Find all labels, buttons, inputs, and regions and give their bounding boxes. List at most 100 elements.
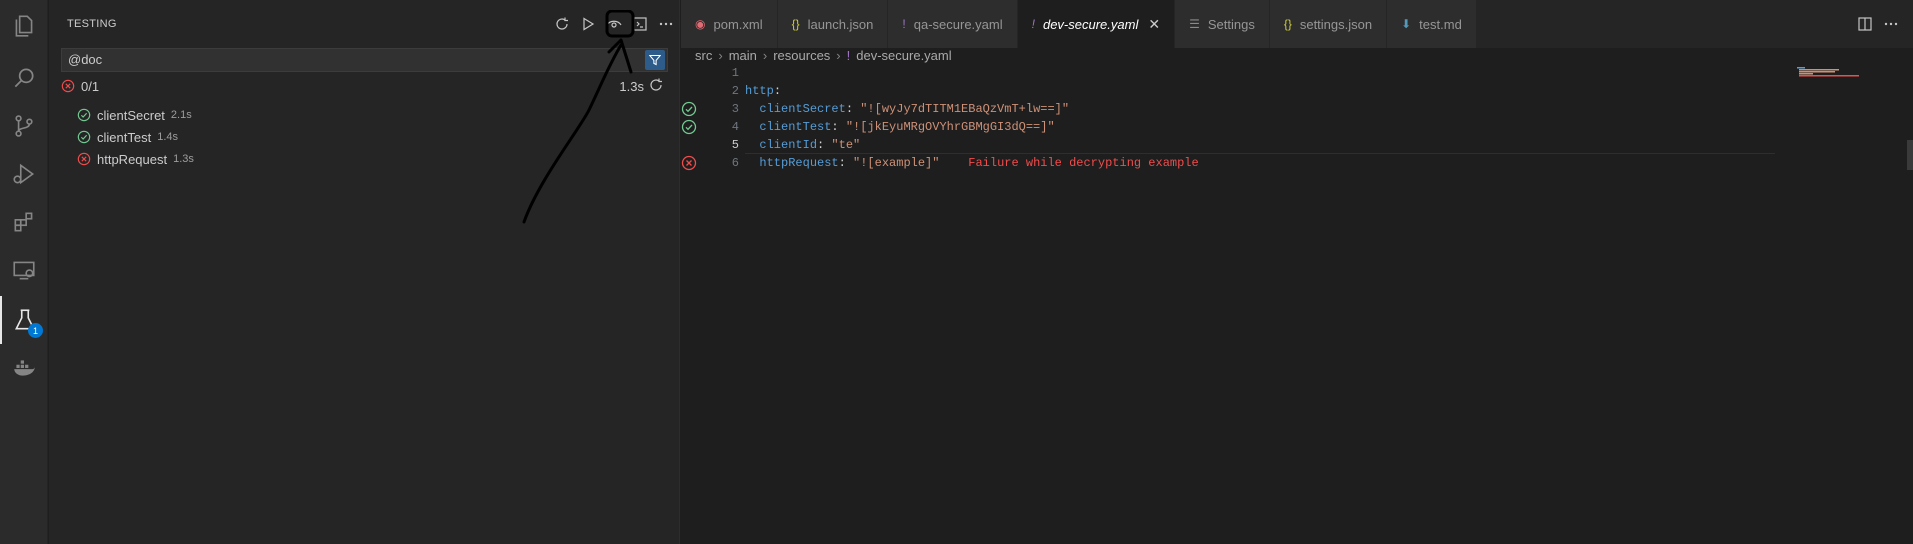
code-line: 1	[681, 64, 1781, 82]
summary-duration: 1.3s	[619, 78, 644, 94]
refresh-icon[interactable]	[549, 12, 575, 36]
yaml-key: http	[745, 84, 774, 98]
code-area[interactable]: 1 2 http: 3 clientSecret: "![wyJy7dTITM1…	[681, 64, 1781, 172]
passed-icon	[77, 108, 91, 122]
breadcrumb: src › main › resources › ! dev-secure.ya…	[695, 44, 952, 66]
test-item[interactable]: clientTest 1.4s	[77, 126, 194, 148]
extensions-icon[interactable]	[0, 198, 48, 246]
line-number: 4	[731, 120, 739, 134]
split-editor-icon[interactable]	[1857, 16, 1873, 32]
testing-icon[interactable]: 1	[0, 296, 48, 344]
tab-label: qa-secure.yaml	[913, 16, 1003, 32]
test-filter-input[interactable]	[68, 52, 628, 67]
more-icon[interactable]	[653, 12, 679, 36]
tab-label: launch.json	[807, 16, 874, 32]
breadcrumb-item[interactable]: dev-secure.yaml	[856, 48, 951, 63]
test-duration: 1.3s	[173, 153, 194, 165]
breadcrumb-item[interactable]: src	[695, 48, 712, 63]
json-icon: {}	[1283, 17, 1292, 31]
close-icon[interactable]: ✕	[1148, 16, 1160, 33]
more-icon[interactable]	[1883, 16, 1899, 32]
yaml-key: clientSecret	[759, 102, 846, 116]
inline-error-message: Failure while decrypting example	[968, 156, 1199, 170]
test-summary: 0/1 1.3s	[61, 76, 668, 96]
chevron-right-icon: ›	[718, 47, 723, 63]
yaml-icon: !	[1031, 17, 1035, 31]
tab-label: Settings	[1207, 16, 1255, 32]
tab-label: settings.json	[1299, 16, 1373, 32]
test-duration: 1.4s	[157, 131, 178, 143]
tab-dev-secure-yaml[interactable]: ! dev-secure.yaml ✕	[1017, 0, 1176, 48]
line-content: http:	[745, 82, 781, 100]
test-filter	[61, 48, 668, 72]
yaml-key: clientTest	[759, 120, 832, 134]
tab-label: dev-secure.yaml	[1042, 16, 1139, 32]
testing-badge: 1	[28, 323, 43, 338]
xml-icon: ◉	[695, 17, 706, 31]
search-icon[interactable]	[0, 54, 48, 102]
breadcrumb-item[interactable]: resources	[773, 48, 830, 63]
sidebar-title: TESTING	[67, 18, 117, 30]
line-number: 3	[731, 102, 739, 116]
tab-launch-json[interactable]: {} launch.json	[777, 0, 889, 48]
failed-icon[interactable]	[681, 155, 697, 171]
test-item[interactable]: httpRequest 1.3s	[77, 148, 194, 170]
tab-pom-xml[interactable]: ◉ pom.xml	[681, 0, 778, 48]
code-line: 2 http:	[681, 82, 1781, 100]
test-name: clientTest	[97, 129, 152, 145]
breadcrumb-item[interactable]: main	[729, 48, 757, 63]
run-debug-icon[interactable]	[0, 150, 48, 198]
run-all-icon[interactable]	[575, 12, 601, 36]
rerun-icon[interactable]	[648, 77, 664, 93]
source-control-icon[interactable]	[0, 102, 48, 150]
line-content: clientSecret: "![wyJy7dTITM1EBaQzVmT+lw=…	[759, 102, 1070, 116]
markdown-icon: ⬇	[1401, 17, 1412, 31]
scrollbar[interactable]	[1907, 48, 1913, 544]
sidebar-actions	[549, 12, 679, 36]
summary-count: 0/1	[81, 78, 100, 94]
editor: ◉ pom.xml {} launch.json ! qa-secure.yam…	[681, 0, 1913, 544]
failed-icon	[77, 152, 91, 166]
editor-tabs: ◉ pom.xml {} launch.json ! qa-secure.yam…	[681, 0, 1913, 48]
hand-drawn-arrow-annotation	[522, 10, 635, 224]
testing-sidebar: TESTING 0/1 1.3s clientSecret	[49, 0, 680, 544]
code-line: 6 httpRequest: "![example]" Failure whil…	[681, 154, 1781, 172]
json-icon: {}	[791, 17, 800, 31]
yaml-colon: :	[773, 84, 782, 98]
line-content: clientTest: "![jkEyuMRgOVYhrGBMgGI3dQ==]…	[759, 120, 1055, 134]
yaml-value: "![jkEyuMRgOVYhrGBMgGI3dQ==]"	[845, 120, 1055, 134]
failed-icon	[61, 79, 75, 93]
tab-settings-json[interactable]: {} settings.json	[1269, 0, 1388, 48]
yaml-key: httpRequest	[759, 156, 839, 170]
docker-icon[interactable]	[0, 344, 48, 392]
passed-icon	[77, 130, 91, 144]
code-line: 4 clientTest: "![jkEyuMRgOVYhrGBMgGI3dQ=…	[681, 118, 1781, 136]
line-content: httpRequest: "![example]" Failure while …	[759, 156, 1199, 170]
code-line: 5 clientId: "te"	[681, 136, 1781, 154]
tab-label: pom.xml	[713, 16, 763, 32]
yaml-key: clientId	[759, 138, 818, 152]
tab-test-md[interactable]: ⬇ test.md	[1387, 0, 1477, 48]
passed-icon[interactable]	[681, 101, 697, 117]
minimap[interactable]	[1797, 66, 1867, 78]
code-line: 3 clientSecret: "![wyJy7dTITM1EBaQzVmT+l…	[681, 100, 1781, 118]
yaml-value: "![example]"	[853, 156, 940, 170]
tab-label: test.md	[1419, 16, 1462, 32]
chevron-right-icon: ›	[762, 47, 768, 63]
yaml-icon: !	[846, 47, 851, 63]
test-item[interactable]: clientSecret 2.1s	[77, 104, 194, 126]
test-name: clientSecret	[97, 107, 165, 123]
tab-settings[interactable]: ☰ Settings	[1175, 0, 1270, 48]
eye-icon[interactable]	[601, 12, 627, 36]
test-duration: 2.1s	[170, 109, 192, 121]
test-name: httpRequest	[97, 151, 168, 167]
scrollbar-thumb[interactable]	[1907, 140, 1913, 170]
passed-icon[interactable]	[681, 119, 697, 135]
tab-qa-secure-yaml[interactable]: ! qa-secure.yaml	[888, 0, 1018, 48]
filter-icon[interactable]	[645, 50, 665, 70]
activity-bar: 1	[0, 0, 48, 544]
files-icon[interactable]	[0, 2, 48, 50]
yaml-value: "te"	[831, 138, 861, 152]
remote-explorer-icon[interactable]	[0, 246, 48, 294]
terminal-icon[interactable]	[627, 12, 653, 36]
